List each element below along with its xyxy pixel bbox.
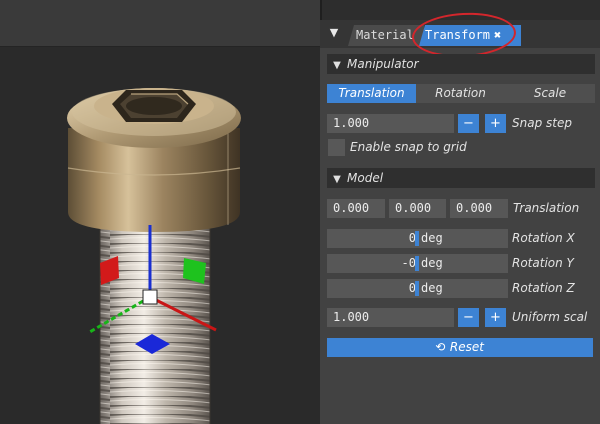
screw-model (67, 88, 241, 424)
rotation-y-label: Rotation Y (512, 256, 574, 270)
collapse-arrow-icon: ▼ (333, 60, 341, 71)
translation-label: Translation (513, 201, 580, 215)
translation-y-input[interactable]: 0.000 (389, 199, 446, 218)
translation-x-input[interactable]: 0.000 (327, 199, 385, 218)
rotation-y-slider[interactable]: -0 deg (327, 254, 508, 273)
properties-panel (320, 20, 600, 424)
translation-z-input[interactable]: 0.000 (450, 199, 508, 218)
collapse-arrow-icon: ▼ (333, 174, 341, 185)
model-title: Model (347, 171, 384, 185)
slider-handle[interactable] (415, 231, 419, 246)
uniform-scale-label: Uniform scal (512, 310, 588, 324)
snap-step-label: Snap step (512, 116, 572, 130)
rotation-y-value: -0 (401, 256, 416, 270)
model-section-header[interactable]: ▼ Model (327, 168, 595, 188)
snap-decrement-button[interactable]: − (458, 114, 479, 133)
snap-increment-button[interactable]: + (485, 114, 506, 133)
3d-viewport[interactable] (0, 0, 320, 424)
slider-handle[interactable] (415, 256, 419, 271)
hamburger-icon[interactable]: ▼ (328, 26, 340, 40)
uniform-scale-input[interactable]: 1.000 (327, 308, 454, 327)
rotation-z-label: Rotation Z (512, 281, 575, 295)
rotation-z-slider[interactable]: 0 deg (327, 279, 508, 298)
reset-label: Reset (449, 340, 484, 354)
mode-translation[interactable]: Translation (327, 84, 416, 103)
manipulator-section-header[interactable]: ▼ Manipulator (327, 54, 595, 74)
mode-scale[interactable]: Scale (505, 84, 595, 103)
rotation-x-label: Rotation X (512, 231, 575, 245)
rotation-y-unit: deg (421, 256, 443, 270)
tab-material-label: Material (356, 28, 414, 42)
snap-to-grid-label: Enable snap to grid (350, 140, 467, 154)
manipulator-title: Manipulator (347, 57, 419, 71)
scale-increment-button[interactable]: + (485, 308, 506, 327)
snap-to-grid-checkbox[interactable] (328, 139, 345, 156)
scale-decrement-button[interactable]: − (458, 308, 479, 327)
slider-handle[interactable] (415, 281, 419, 296)
rotation-x-slider[interactable]: 0 deg (327, 229, 508, 248)
undo-icon: ⟲ (436, 340, 447, 354)
reset-button[interactable]: ⟲ Reset (327, 338, 593, 357)
mode-rotation[interactable]: Rotation (416, 84, 505, 103)
rotation-x-unit: deg (421, 231, 443, 245)
snap-step-input[interactable]: 1.000 (327, 114, 454, 133)
rotation-z-unit: deg (421, 281, 443, 295)
